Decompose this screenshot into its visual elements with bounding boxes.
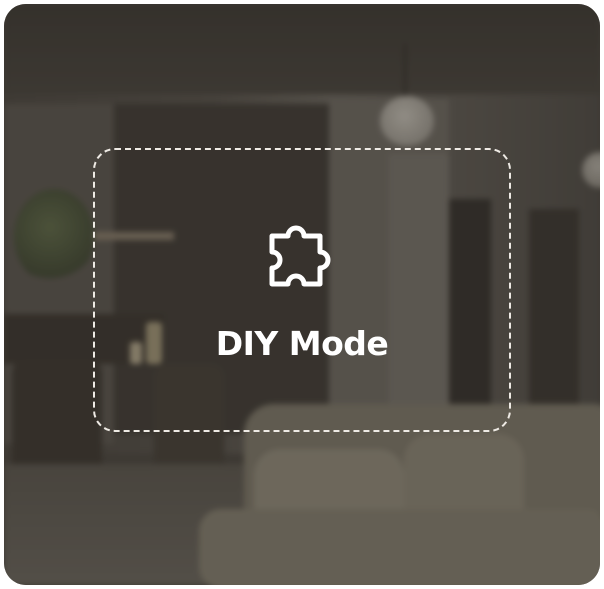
puzzle-piece-icon [269, 225, 331, 287]
card-title: DIY Mode [215, 324, 389, 363]
